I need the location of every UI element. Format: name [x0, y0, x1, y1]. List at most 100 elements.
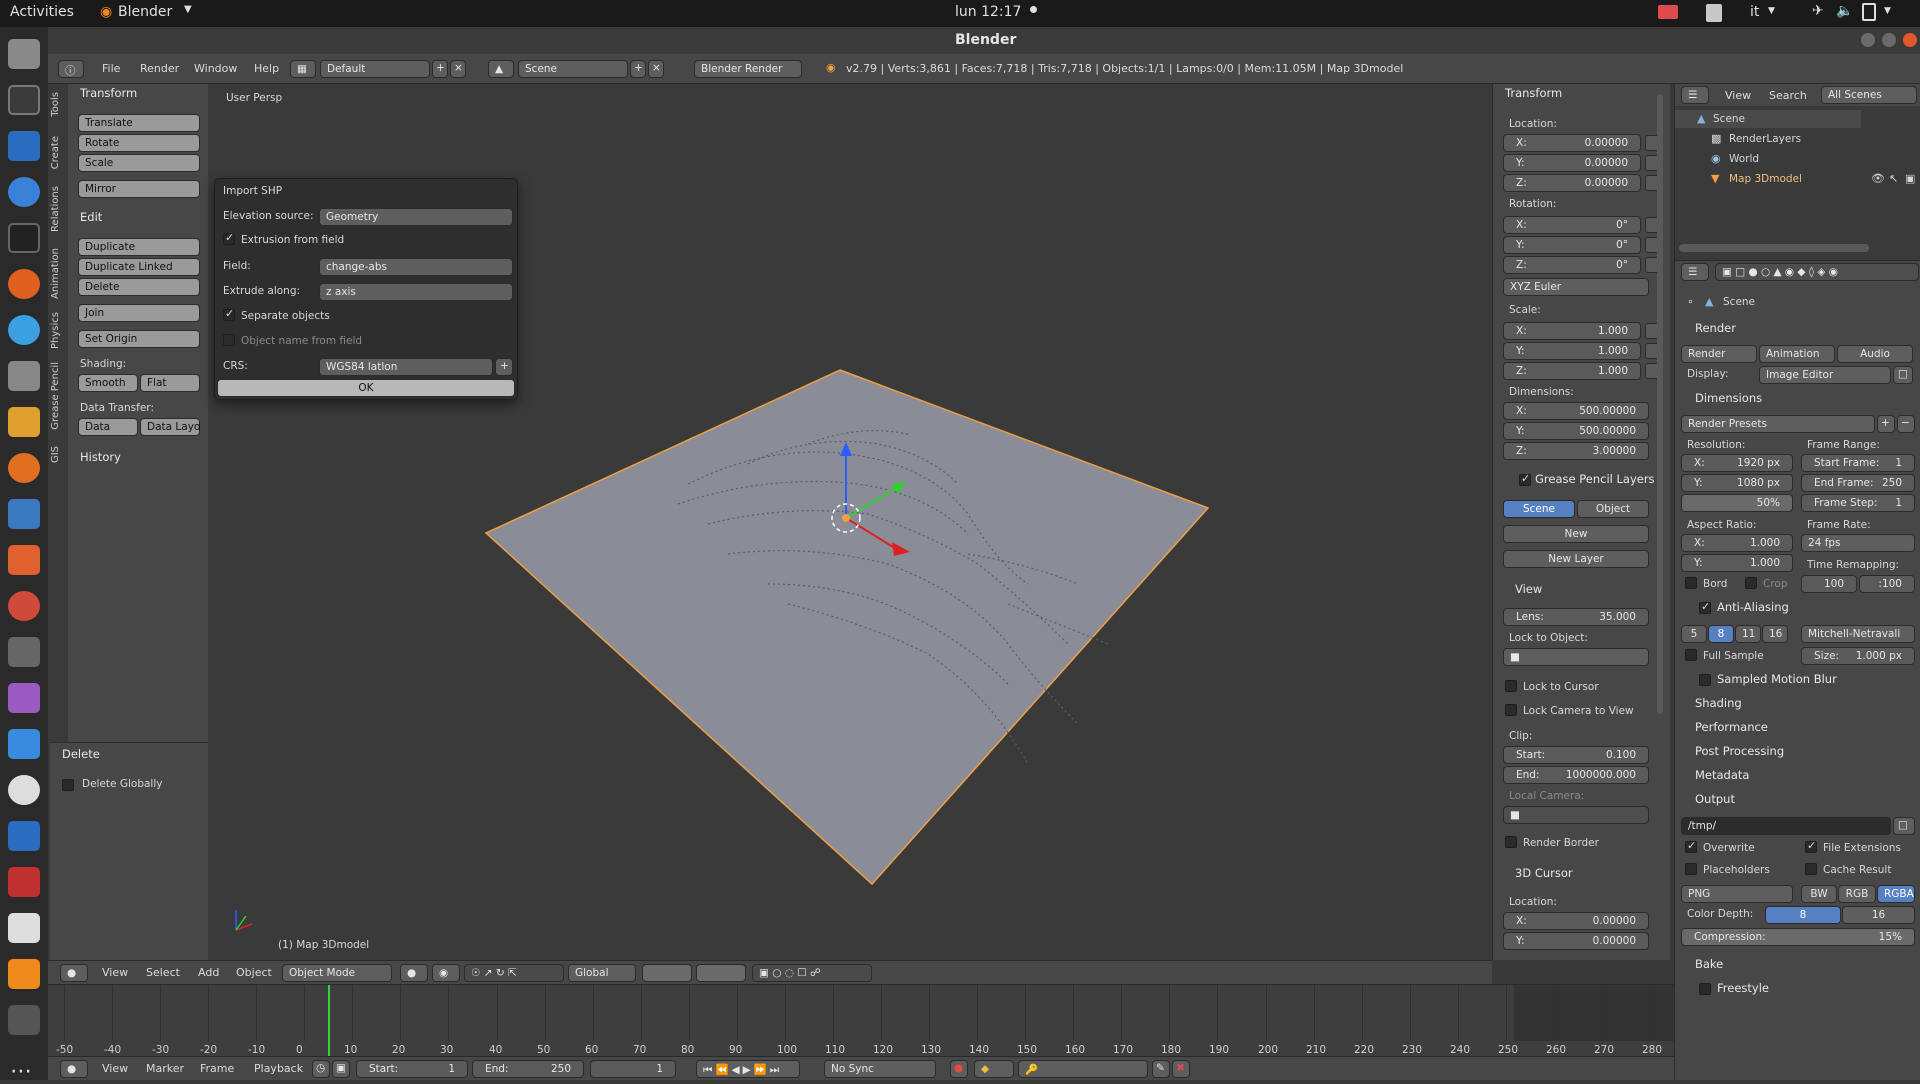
timeline-menu-marker[interactable]: Marker [146, 1062, 184, 1075]
resolution-x-field[interactable]: X: 1920 px [1681, 454, 1793, 472]
shading-panel-header[interactable]: Shading [1695, 696, 1742, 710]
aa-size-field[interactable]: Size: 1.000 px [1801, 647, 1915, 665]
set-origin-button[interactable]: Set Origin [78, 330, 200, 348]
metadata-panel-header[interactable]: Metadata [1695, 768, 1749, 782]
lock-camera-checkbox[interactable] [1505, 704, 1517, 716]
translate-button[interactable]: Translate [78, 114, 200, 132]
dimensions-x-field[interactable]: X: 500.00000 [1503, 402, 1649, 420]
frame-rate-select[interactable]: 24 fps [1801, 534, 1915, 552]
remove-scene-icon[interactable]: × [648, 60, 664, 78]
menu-view[interactable]: View [102, 966, 128, 979]
add-crs-icon[interactable]: + [495, 358, 513, 376]
freestyle-checkbox[interactable] [1699, 983, 1711, 995]
render-border-checkbox[interactable] [1505, 836, 1517, 848]
remove-preset-icon[interactable]: − [1897, 415, 1915, 433]
camera-icon[interactable] [8, 637, 40, 667]
show-apps-icon[interactable]: ⋯ [10, 1059, 32, 1084]
outliner-menu-view[interactable]: View [1725, 89, 1751, 102]
anti-aliasing-header[interactable]: Anti-Aliasing [1717, 600, 1789, 614]
rotation-y-field[interactable]: Y: 0° [1503, 236, 1641, 254]
edit-panel-header[interactable]: Edit [80, 210, 102, 224]
elevation-source-select[interactable]: Geometry [319, 208, 513, 226]
lock-to-cursor-checkbox[interactable] [1505, 680, 1517, 692]
gimp-icon[interactable] [8, 361, 40, 391]
viewer-icon[interactable] [8, 683, 40, 713]
blender-icon[interactable] [8, 453, 40, 483]
dimensions-panel-header[interactable]: Dimensions [1695, 391, 1762, 405]
outliner-editor-icon[interactable]: ☰ [1681, 86, 1709, 104]
gp-scene-button[interactable]: Scene [1503, 500, 1575, 518]
display-window-icon[interactable]: □ [1893, 366, 1913, 384]
record-icon[interactable]: ● [950, 1060, 968, 1078]
duplicate-linked-button[interactable]: Duplicate Linked [78, 258, 200, 276]
end-frame-field[interactable]: End Frame: 250 [1801, 474, 1915, 492]
freestyle-panel-header[interactable]: Freestyle [1717, 981, 1769, 995]
folder-icon[interactable]: □ [1893, 817, 1915, 835]
aspect-y-field[interactable]: Y: 1.000 [1681, 554, 1793, 572]
gp-new-layer-button[interactable]: New Layer [1503, 550, 1649, 568]
ok-button[interactable]: OK [217, 379, 515, 397]
sampled-motion-blur-header[interactable]: Sampled Motion Blur [1717, 672, 1837, 686]
tab-tools[interactable]: Tools [50, 92, 64, 117]
data-button[interactable]: Data [78, 418, 138, 436]
remove-layout-icon[interactable]: × [450, 60, 466, 78]
outliner-filter-select[interactable]: All Scenes [1821, 86, 1917, 104]
list-item[interactable]: ▲ Scene [1675, 110, 1861, 128]
scene-select[interactable]: Scene [518, 60, 628, 78]
aspect-x-field[interactable]: X: 1.000 [1681, 534, 1793, 552]
settings-icon[interactable] [8, 591, 40, 621]
crop-checkbox[interactable] [1745, 577, 1757, 589]
info-editor-type-icon[interactable]: ⓘ [58, 60, 84, 78]
performance-panel-header[interactable]: Performance [1695, 720, 1768, 734]
bake-panel-header[interactable]: Bake [1695, 957, 1723, 971]
border-checkbox[interactable] [1685, 577, 1697, 589]
rotation-mode-select[interactable]: XYZ Euler [1503, 278, 1649, 296]
timeline-start-field[interactable]: Start: 1 [356, 1060, 468, 1078]
layout-grid-icon[interactable]: ▦ [290, 60, 316, 78]
orientation-select[interactable]: Global [568, 964, 636, 982]
freecad-icon[interactable] [8, 867, 40, 897]
outliner-scrollbar[interactable] [1679, 244, 1869, 252]
aa-samples-11[interactable]: 11 [1735, 625, 1761, 643]
3d-cursor-header[interactable]: 3D Cursor [1515, 866, 1573, 880]
software-icon[interactable] [8, 545, 40, 575]
layout-select[interactable]: Default [320, 60, 430, 78]
chromium-icon[interactable] [8, 177, 40, 207]
cache-result-checkbox[interactable] [1805, 863, 1817, 875]
rotate-button[interactable]: Rotate [78, 134, 200, 152]
audio-button[interactable]: Audio [1837, 345, 1913, 363]
dimensions-y-field[interactable]: Y: 500.00000 [1503, 422, 1649, 440]
clapper-icon[interactable] [8, 1005, 40, 1035]
tab-gis[interactable]: GIS [50, 446, 64, 463]
scene-icon[interactable]: ▲ [488, 60, 514, 78]
rotation-z-field[interactable]: Z: 0° [1503, 256, 1641, 274]
start-frame-field[interactable]: Start Frame: 1 [1801, 454, 1915, 472]
lens-field[interactable]: Lens: 35.000 [1503, 608, 1649, 626]
extrude-along-select[interactable]: z axis [319, 283, 513, 301]
editor-icon[interactable] [8, 913, 40, 943]
inkscape-icon[interactable] [8, 85, 40, 115]
lock-icon[interactable]: ▣ [332, 1060, 350, 1078]
layers-grid-1[interactable] [642, 964, 692, 982]
delete-operator-header[interactable]: Delete [62, 747, 100, 761]
timeline-menu-playback[interactable]: Playback [254, 1062, 303, 1075]
tab-animation[interactable]: Animation [50, 248, 64, 299]
tab-physics[interactable]: Physics [50, 312, 64, 349]
volume-icon[interactable]: 🔈 [1836, 3, 1853, 19]
remap-new-field[interactable]: :100 [1859, 575, 1915, 593]
gp-object-button[interactable]: Object [1577, 500, 1649, 518]
menu-help[interactable]: Help [254, 62, 279, 75]
clipboard-icon[interactable] [1706, 4, 1722, 22]
rotation-x-field[interactable]: X: 0° [1503, 216, 1641, 234]
store-icon[interactable] [8, 499, 40, 529]
mirror-button[interactable]: Mirror [78, 180, 200, 198]
aa-samples-8[interactable]: 8 [1708, 625, 1734, 643]
pivot-icon[interactable]: ◉ [432, 964, 460, 982]
cursor-y-field[interactable]: Y: 0.00000 [1503, 932, 1649, 950]
app-menu[interactable]: Blender [118, 4, 172, 20]
properties-editor-icon[interactable]: ☰ [1681, 263, 1709, 281]
mode-select[interactable]: Object Mode [282, 964, 392, 982]
crs-select[interactable]: WGS84 latlon [319, 358, 493, 376]
layers-grid-2[interactable] [696, 964, 746, 982]
keying-set-select[interactable]: 🔑 [1018, 1060, 1148, 1078]
